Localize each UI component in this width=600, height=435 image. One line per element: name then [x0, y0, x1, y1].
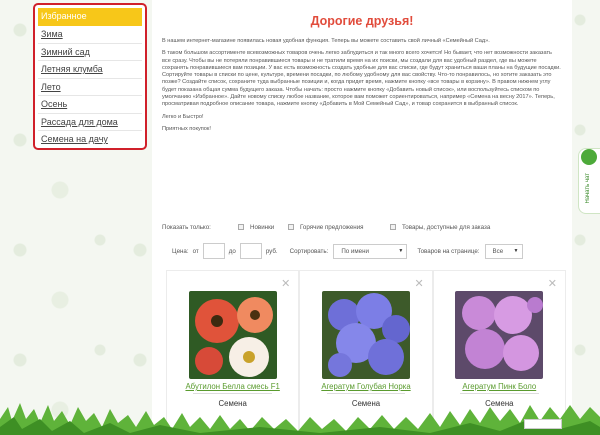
- new-items-checkbox[interactable]: [238, 224, 244, 230]
- divider: [459, 393, 539, 394]
- page-title: Дорогие друзья!: [310, 14, 414, 28]
- show-only-label: Показать только:: [162, 223, 211, 231]
- pink-ageratum-image[interactable]: [455, 291, 544, 379]
- blue-ageratum-image[interactable]: [321, 291, 410, 379]
- grass-decoration: [0, 403, 600, 435]
- partner-badge[interactable]: [524, 419, 562, 429]
- product-title-link[interactable]: Абутилон Белла смесь F1: [167, 382, 298, 391]
- happy-shopping-text: Приятных покупок!: [162, 125, 211, 132]
- sort-select[interactable]: По имени ▼: [333, 243, 408, 259]
- sidebar-item-autumn[interactable]: Осень: [38, 96, 142, 114]
- poppy-flowers-image[interactable]: [188, 291, 277, 379]
- sort-label: Сортировать:: [289, 247, 329, 255]
- price-sort-row: Цена: от до руб. Сортировать: По имени ▼…: [162, 242, 562, 260]
- chevron-down-icon: ▼: [398, 248, 404, 254]
- to-label: до: [228, 247, 236, 255]
- hot-offers-checkbox[interactable]: [288, 224, 294, 230]
- main-content: Дорогие друзья! В нашем интернет-магазин…: [152, 0, 572, 435]
- close-icon[interactable]: ✕: [548, 277, 557, 290]
- sidebar-item-summer-flowerbed[interactable]: Летняя клумба: [38, 61, 142, 79]
- available-items-label: Товары, доступные для заказа: [402, 223, 491, 231]
- favorites-sidebar: Избранное Зима Зимний сад Летняя клумба …: [33, 3, 147, 150]
- filter-panel: Показать только: Новинки Горячие предлож…: [162, 222, 562, 260]
- sidebar-item-favorites[interactable]: Избранное: [38, 8, 142, 26]
- currency-label: руб.: [265, 247, 278, 255]
- price-from-input[interactable]: [202, 243, 225, 259]
- chat-icon: [581, 149, 597, 165]
- intro-paragraph: В нашем интернет-магазине появилась нова…: [162, 38, 490, 44]
- sidebar-item-home-seedlings[interactable]: Рассада для дома: [38, 114, 142, 131]
- hot-offers-label: Горячие предложения: [300, 223, 364, 231]
- sidebar-item-winter[interactable]: Зима: [38, 26, 142, 44]
- start-chat-tab[interactable]: Начать чат: [578, 148, 600, 214]
- divider: [326, 393, 406, 394]
- chevron-down-icon: ▼: [513, 248, 519, 254]
- divider: [193, 393, 273, 394]
- show-only-row: Показать только: Новинки Горячие предлож…: [162, 222, 562, 232]
- easy-fast-text: Легко и Быстро!: [162, 113, 204, 120]
- sort-select-value: По имени: [341, 247, 369, 255]
- per-page-select-value: Все: [492, 247, 504, 255]
- sidebar-item-summer[interactable]: Лето: [38, 79, 142, 96]
- description-paragraph: В таком большом ассортименте всевозможны…: [162, 50, 561, 108]
- close-icon[interactable]: ✕: [414, 277, 423, 290]
- price-to-input[interactable]: [239, 243, 262, 259]
- product-title-link[interactable]: Агератум Голубая Норка: [300, 382, 431, 391]
- sidebar-item-winter-garden[interactable]: Зимний сад: [38, 44, 142, 61]
- available-items-checkbox[interactable]: [390, 224, 396, 230]
- per-page-label: Товаров на странице:: [417, 247, 480, 255]
- sidebar-item-dacha-seeds[interactable]: Семена на дачу: [38, 131, 142, 149]
- product-title-link[interactable]: Агератум Пинк Боло: [434, 382, 565, 391]
- from-label: от: [192, 247, 199, 255]
- new-items-label: Новинки: [250, 223, 275, 231]
- per-page-select[interactable]: Все ▼: [484, 243, 523, 259]
- price-label: Цена:: [172, 247, 189, 255]
- start-chat-label: Начать чат: [585, 173, 591, 204]
- close-icon[interactable]: ✕: [281, 277, 290, 290]
